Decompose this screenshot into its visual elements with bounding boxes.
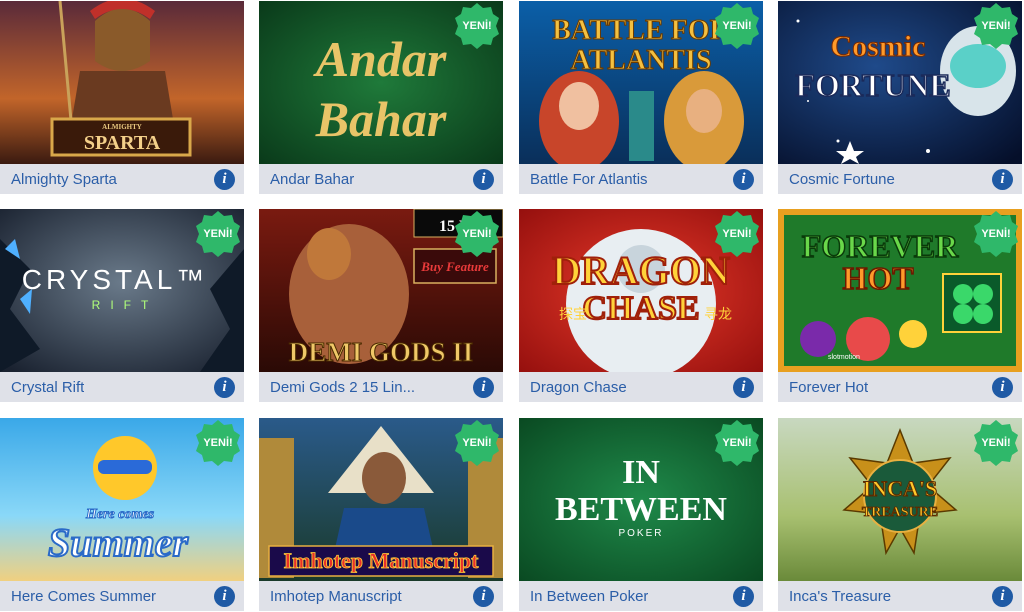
game-card-in-between-poker[interactable]: IN BETWEEN POKER YENİ! In Between Poker … — [519, 418, 763, 611]
logo-text: CHASE — [582, 290, 699, 327]
game-card-cosmic-fortune[interactable]: Cosmic FORTUNE YENİ! Cosmic Fortune i — [778, 1, 1022, 194]
game-caption: Andar Bahar i — [259, 164, 503, 194]
new-badge-label: YENİ! — [981, 437, 1011, 449]
game-title[interactable]: Demi Gods 2 15 Lin... — [270, 379, 415, 396]
game-caption: Crystal Rift i — [0, 372, 244, 402]
game-caption: Here Comes Summer i — [0, 581, 244, 611]
logo-text: Buy Feature — [420, 259, 489, 274]
new-badge-label: YENİ! — [462, 437, 492, 449]
logo-text: BATTLE FOR — [552, 15, 730, 46]
logo-text: IN — [622, 454, 660, 491]
game-title[interactable]: Here Comes Summer — [11, 588, 156, 605]
game-caption: Demi Gods 2 15 Lin... i — [259, 372, 503, 402]
game-caption: Inca's Treasure i — [778, 581, 1022, 611]
new-badge: YENİ! — [453, 210, 501, 258]
new-badge: YENİ! — [194, 419, 242, 467]
logo-text: Summer — [48, 520, 188, 565]
info-icon[interactable]: i — [992, 377, 1013, 398]
game-caption: Almighty Sparta i — [0, 164, 244, 194]
info-icon[interactable]: i — [733, 377, 754, 398]
new-badge-label: YENİ! — [722, 437, 752, 449]
game-title[interactable]: Crystal Rift — [11, 379, 84, 396]
game-title[interactable]: Dragon Chase — [530, 379, 627, 396]
game-thumbnail[interactable]: ALMIGHTY SPARTA — [0, 1, 244, 164]
logo-text: POKER — [618, 528, 663, 539]
new-badge: YENİ! — [194, 210, 242, 258]
logo-text: 寻龙 — [704, 307, 732, 323]
new-badge: YENİ! — [713, 419, 761, 467]
game-caption: Cosmic Fortune i — [778, 164, 1022, 194]
info-icon[interactable]: i — [992, 169, 1013, 190]
logo-text: Bahar — [315, 91, 447, 147]
info-icon[interactable]: i — [473, 169, 494, 190]
logo-text: Andar — [313, 31, 447, 87]
logo-text: SPARTA — [84, 132, 161, 154]
new-badge-label: YENİ! — [462, 228, 492, 240]
logo-text: Imhotep Manuscript — [284, 548, 480, 573]
info-icon[interactable]: i — [214, 377, 235, 398]
game-title[interactable]: Almighty Sparta — [11, 171, 117, 188]
new-badge: YENİ! — [972, 419, 1020, 467]
logo-text: BETWEEN — [555, 491, 727, 528]
new-badge-label: YENİ! — [722, 228, 752, 240]
logo-text: 探宝 — [559, 307, 587, 323]
game-caption: Dragon Chase i — [519, 372, 763, 402]
info-icon[interactable]: i — [733, 586, 754, 607]
new-badge: YENİ! — [972, 2, 1020, 50]
info-icon[interactable]: i — [473, 586, 494, 607]
logo-text: Cosmic — [831, 30, 926, 63]
game-card-andar-bahar[interactable]: Andar Bahar YENİ! Andar Bahar i — [259, 1, 503, 194]
game-card-battle-for-atlantis[interactable]: BATTLE FOR ATLANTIS YENİ! Battle For Atl… — [519, 1, 763, 194]
logo-text: DRAGON — [552, 248, 730, 293]
logo-text: DEMI GODS II — [289, 337, 474, 367]
new-badge-label: YENİ! — [203, 228, 233, 240]
info-icon[interactable]: i — [214, 169, 235, 190]
game-grid: ALMIGHTY SPARTA Almighty Sparta i Andar … — [0, 0, 1024, 612]
game-caption: In Between Poker i — [519, 581, 763, 611]
game-caption: Forever Hot i — [778, 372, 1022, 402]
game-title[interactable]: Inca's Treasure — [789, 588, 891, 605]
game-title[interactable]: Imhotep Manuscript — [270, 588, 402, 605]
new-badge-label: YENİ! — [203, 437, 233, 449]
info-icon[interactable]: i — [473, 377, 494, 398]
logo-text: RIFT — [92, 298, 159, 312]
info-icon[interactable]: i — [992, 586, 1013, 607]
new-badge: YENİ! — [453, 2, 501, 50]
game-title[interactable]: Cosmic Fortune — [789, 171, 895, 188]
game-title[interactable]: Battle For Atlantis — [530, 171, 648, 188]
new-badge: YENİ! — [713, 210, 761, 258]
logo-text: FORTUNE — [795, 67, 950, 103]
game-title[interactable]: Forever Hot — [789, 379, 868, 396]
new-badge-label: YENİ! — [722, 20, 752, 32]
game-card-crystal-rift[interactable]: CRYSTAL™ RIFT YENİ! Crystal Rift i — [0, 209, 244, 402]
game-card-here-comes-summer[interactable]: Here comes Summer YENİ! Here Comes Summe… — [0, 418, 244, 611]
logo-text: ALMIGHTY — [102, 123, 142, 131]
new-badge-label: YENİ! — [981, 20, 1011, 32]
game-card-almighty-sparta[interactable]: ALMIGHTY SPARTA Almighty Sparta i — [0, 1, 244, 194]
game-card-demi-gods-2[interactable]: 15 Li Buy Feature DEMI GODS II YENİ! Dem… — [259, 209, 503, 402]
info-icon[interactable]: i — [733, 169, 754, 190]
new-badge: YENİ! — [453, 419, 501, 467]
logo-text: HOT — [842, 260, 913, 296]
game-card-forever-hot[interactable]: FOREVER HOT slotmotion YENİ! Forever Hot… — [778, 209, 1022, 402]
logo-text: slotmotion — [828, 354, 860, 361]
logo-text: CRYSTAL™ — [22, 264, 209, 295]
new-badge: YENİ! — [972, 210, 1020, 258]
logo-text: FOREVER — [802, 228, 959, 264]
game-caption: Battle For Atlantis i — [519, 164, 763, 194]
game-caption: Imhotep Manuscript i — [259, 581, 503, 611]
game-card-imhotep-manuscript[interactable]: Imhotep Manuscript YENİ! Imhotep Manuscr… — [259, 418, 503, 611]
game-card-dragon-chase[interactable]: DRAGON CHASE 探宝 寻龙 YENİ! Dragon Chase i — [519, 209, 763, 402]
logo-text: TREASURE — [862, 505, 938, 520]
logo-text: ATLANTIS — [570, 45, 711, 76]
logo-text: INCA'S — [863, 476, 938, 501]
game-title[interactable]: Andar Bahar — [270, 171, 354, 188]
game-card-incas-treasure[interactable]: INCA'S TREASURE YENİ! Inca's Treasure i — [778, 418, 1022, 611]
game-title[interactable]: In Between Poker — [530, 588, 648, 605]
info-icon[interactable]: i — [214, 586, 235, 607]
new-badge: YENİ! — [713, 2, 761, 50]
new-badge-label: YENİ! — [981, 228, 1011, 240]
new-badge-label: YENİ! — [462, 20, 492, 32]
